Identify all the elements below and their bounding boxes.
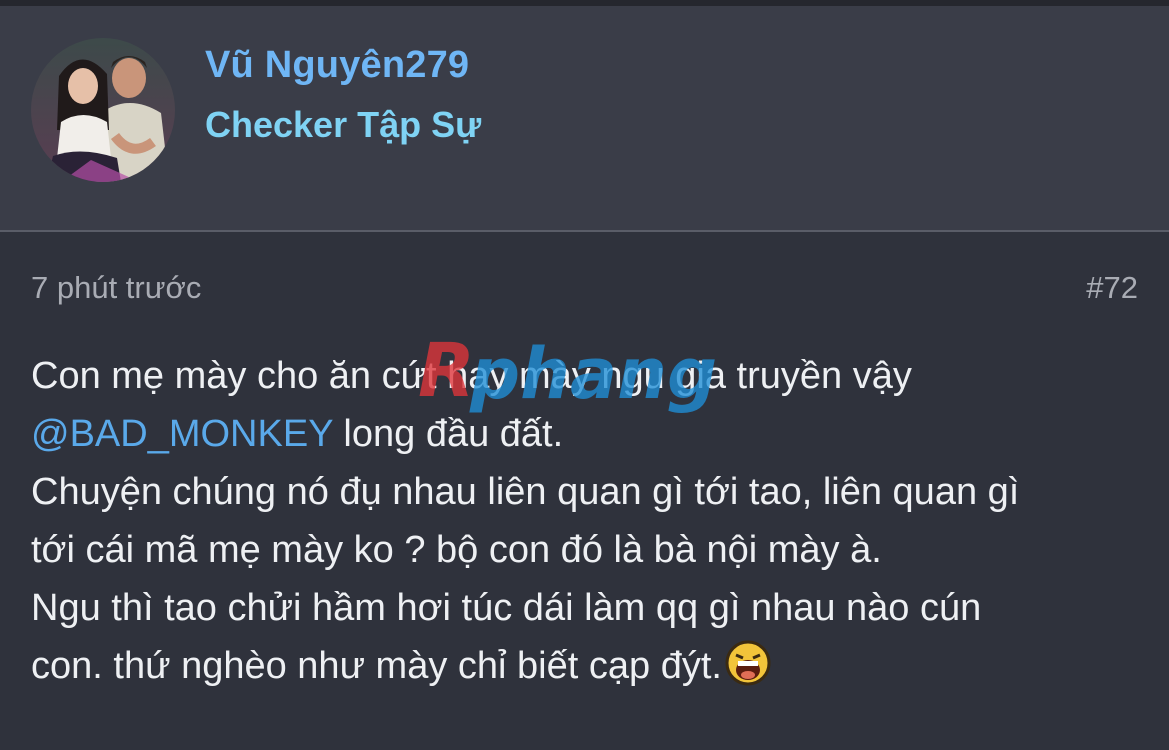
laughing-emoji-icon xyxy=(724,639,772,687)
avatar[interactable] xyxy=(31,38,175,182)
post: 7 phút trước #72 Con mẹ mày cho ăn cứt h… xyxy=(0,232,1169,750)
username[interactable]: Vũ Nguyên279 xyxy=(205,44,469,87)
post-body: Con mẹ mày cho ăn cứt hay mày ngu gia tr… xyxy=(31,347,1141,695)
post-timestamp[interactable]: 7 phút trước xyxy=(31,270,201,306)
post-line-last: con. thứ nghèo như mày chỉ biết cạp đýt. xyxy=(31,637,1141,695)
post-line-mention: @BAD_MONKEY long đầu đất. xyxy=(31,405,1141,463)
post-line: Chuyện chúng nó đụ nhau liên quan gì tới… xyxy=(31,471,1020,513)
post-line-text: long đầu đất. xyxy=(332,413,564,455)
avatar-photo xyxy=(31,38,175,182)
post-line-text: con. thứ nghèo như mày chỉ biết cạp đýt. xyxy=(31,645,722,687)
post-number[interactable]: #72 xyxy=(1086,270,1138,306)
user-mention-link[interactable]: @BAD_MONKEY xyxy=(31,413,333,455)
user-title: Checker Tập Sự xyxy=(205,104,482,145)
post-line: Con mẹ mày cho ăn cứt hay mày ngu gia tr… xyxy=(31,355,912,397)
post-line: Ngu thì tao chửi hầm hơi túc dái làm qq … xyxy=(31,587,982,629)
post-author-header: Vũ Nguyên279 Checker Tập Sự xyxy=(0,6,1169,232)
post-line: tới cái mã mẹ mày ko ? bộ con đó là bà n… xyxy=(31,529,882,571)
